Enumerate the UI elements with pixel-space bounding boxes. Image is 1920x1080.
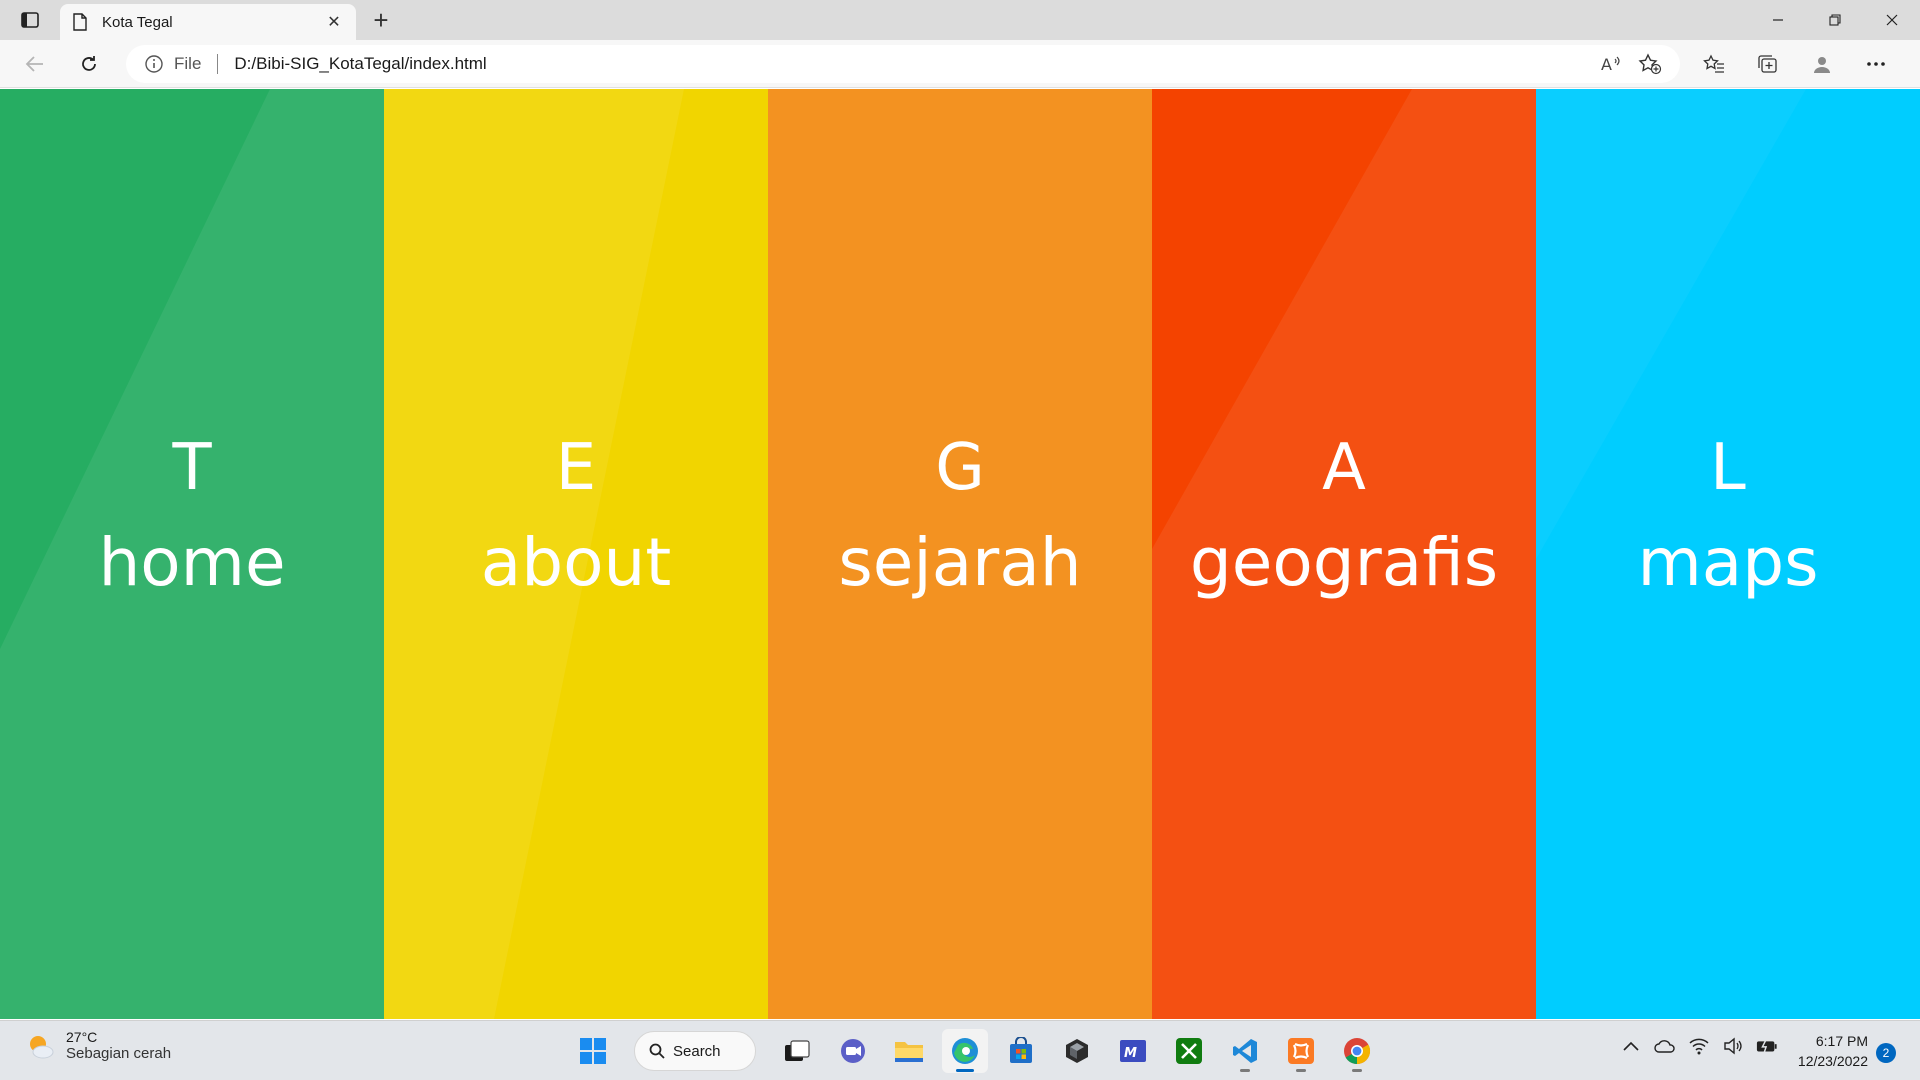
chat-icon [841,1039,865,1063]
window-controls [1749,0,1920,40]
weather-temperature: 27°C [66,1029,98,1045]
taskbar: 27°C Sebagian cerah Search M 6:17 PM 12/… [0,1020,1920,1080]
battery-charging-icon[interactable] [1756,1035,1778,1057]
collections-icon[interactable] [1748,48,1788,80]
xbox-icon [1176,1038,1202,1064]
onedrive-icon[interactable] [1654,1035,1676,1057]
store-button[interactable] [998,1029,1044,1073]
clock-time: 6:17 PM [1815,1033,1868,1049]
panel-shade [384,89,684,1019]
chrome-icon [1344,1038,1371,1065]
close-window-button[interactable] [1863,0,1920,40]
panel-geografis[interactable]: A geografis [1152,89,1536,1019]
document-icon [73,13,87,31]
panel-shade [1152,89,1536,1019]
vscode-icon [1233,1039,1257,1063]
app-running-indicator [956,1069,974,1072]
read-aloud-icon[interactable]: A [1600,54,1622,74]
windows-logo-icon [580,1038,606,1064]
taskbar-clock[interactable]: 6:17 PM 12/23/2022 [1784,1031,1868,1071]
browser-toolbar: File D:/Bibi-SIG_KotaTegal/index.html A [0,40,1920,88]
back-arrow-icon [25,56,43,72]
refresh-button[interactable] [72,48,106,80]
page-content: T home E about G sejarah A geografis L m… [0,89,1920,1019]
taskbar-search[interactable]: Search [634,1031,756,1071]
favorites-icon[interactable] [1694,48,1734,80]
folder-icon [895,1042,923,1062]
task-view-button[interactable] [774,1029,820,1073]
edge-icon [952,1038,978,1064]
chrome-button[interactable] [1334,1029,1380,1073]
clock-date: 12/23/2022 [1797,1053,1868,1069]
app-running-indicator [1296,1069,1306,1072]
refresh-icon [82,56,96,71]
add-favorite-icon[interactable] [1638,53,1662,75]
weather-widget[interactable]: 27°C Sebagian cerah [24,1029,171,1062]
wifi-icon[interactable] [1688,1035,1710,1057]
chevron-up-icon [1623,1041,1639,1051]
unity-app-button[interactable] [1054,1029,1100,1073]
app-running-indicator [1352,1069,1362,1072]
start-button[interactable] [570,1029,616,1073]
store-icon [1010,1037,1032,1063]
panel-about[interactable]: E about [384,89,768,1019]
search-label: Search [673,1042,721,1060]
browser-tab[interactable]: Kota Tegal ✕ [60,4,356,40]
new-tab-button[interactable]: + [366,5,396,35]
partly-cloudy-icon [30,1035,54,1058]
browser-titlebar: Kota Tegal ✕ + [0,0,1920,40]
svg-text:A: A [1601,55,1612,74]
notification-badge[interactable]: 2 [1876,1043,1896,1063]
file-explorer-button[interactable] [886,1029,932,1073]
weather-description: Sebagian cerah [66,1045,172,1062]
panel-maps[interactable]: L maps [1536,89,1920,1019]
panel-shade [0,89,384,1019]
volume-icon[interactable] [1722,1035,1744,1057]
address-url[interactable]: D:/Bibi-SIG_KotaTegal/index.html [234,54,1600,74]
search-icon [649,1043,665,1059]
show-hidden-icons-button[interactable] [1620,1035,1642,1057]
panel-shade [1536,89,1806,559]
mathworks-app-button[interactable]: M [1110,1029,1156,1073]
edge-button[interactable] [942,1029,988,1073]
xampp-button[interactable] [1278,1029,1324,1073]
app-running-indicator [1240,1069,1250,1072]
profile-icon[interactable] [1802,48,1842,80]
taskbar-apps: Search M [570,1029,1380,1073]
task-view-icon [785,1040,810,1061]
address-bar[interactable]: File D:/Bibi-SIG_KotaTegal/index.html A [126,45,1680,83]
panel-home[interactable]: T home [0,89,384,1019]
tab-title: Kota Tegal [102,13,173,31]
system-tray [1620,1035,1778,1057]
xbox-button[interactable] [1166,1029,1212,1073]
tab-actions-icon[interactable] [14,8,46,32]
restore-button[interactable] [1806,0,1863,40]
teams-chat-button[interactable] [830,1029,876,1073]
address-scheme: File [174,54,202,73]
address-separator [217,54,219,74]
tab-close-icon[interactable]: ✕ [324,12,344,32]
more-options-icon[interactable] [1856,48,1896,80]
back-button[interactable] [18,48,52,80]
info-icon[interactable] [144,54,164,74]
xampp-icon [1288,1038,1314,1064]
minimize-button[interactable] [1749,0,1806,40]
svg-text:M: M [1124,1046,1137,1061]
panel-sejarah[interactable]: G sejarah [768,89,1152,1019]
vscode-button[interactable] [1222,1029,1268,1073]
cube-app-icon [1066,1039,1088,1063]
ma-app-icon: M [1120,1040,1146,1062]
panel-shade [768,89,1152,1019]
